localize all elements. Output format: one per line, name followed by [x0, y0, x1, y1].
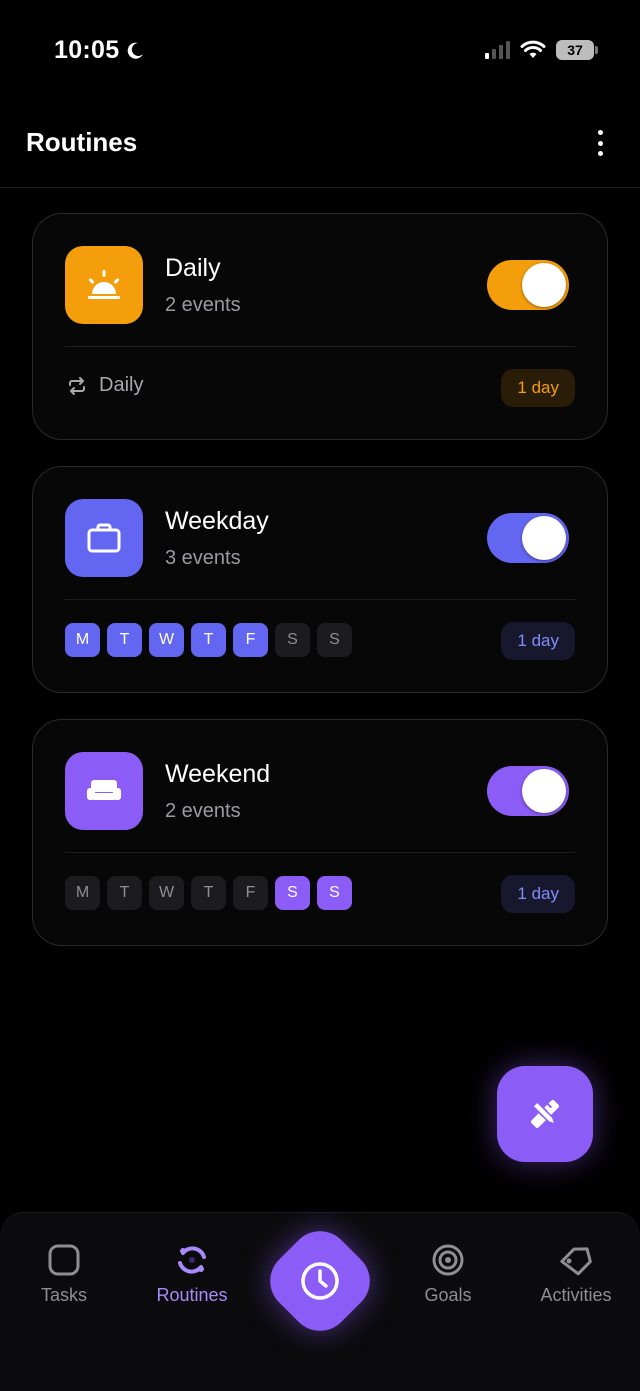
square-icon — [48, 1244, 80, 1276]
repeat-icon — [69, 376, 85, 395]
duration-badge: 1 day — [501, 622, 575, 660]
nav-item-goals[interactable]: Goals — [388, 1243, 508, 1306]
tools-fab-button[interactable] — [497, 1066, 593, 1162]
wifi-icon — [520, 40, 546, 58]
day-chip-sun: S — [317, 623, 352, 657]
sofa-icon — [87, 780, 121, 800]
duration-badge: 1 day — [501, 369, 575, 407]
day-chip-mon: M — [65, 623, 100, 657]
target-icon — [432, 1244, 464, 1276]
card-divider — [65, 852, 575, 853]
day-chip-wed: W — [149, 876, 184, 910]
clock-icon — [301, 1262, 339, 1300]
page-title: Routines — [26, 127, 138, 157]
status-bar: 10:05 37 — [0, 0, 640, 100]
bottom-nav: Tasks Routines Goals Activities — [0, 1212, 640, 1391]
repeat-row: Daily — [67, 374, 143, 397]
day-chip-sat: S — [275, 876, 310, 910]
routine-icon-tile — [65, 246, 143, 324]
day-chip-sat: S — [275, 623, 310, 657]
card-divider — [65, 346, 575, 347]
routine-card-daily[interactable]: Daily 2 events Daily 1 day — [32, 213, 608, 440]
routine-name: Weekday — [165, 507, 269, 535]
nav-label-activities: Activities — [540, 1285, 612, 1305]
card-divider — [65, 599, 575, 600]
refresh-circle-icon — [178, 1246, 206, 1274]
nav-item-routines[interactable]: Routines — [132, 1243, 252, 1306]
nav-label-routines: Routines — [156, 1285, 228, 1305]
moon-icon — [128, 42, 144, 59]
day-chip-thu: T — [191, 623, 226, 657]
days-row: M T W T F S S — [65, 623, 352, 657]
routine-events-count: 2 events — [165, 800, 241, 822]
tools-icon — [530, 1099, 560, 1129]
day-chip-fri: F — [233, 623, 268, 657]
routine-card-weekend[interactable]: Weekend 2 events M T W T F S S 1 day — [32, 719, 608, 946]
status-time-text: 10:05 — [54, 36, 120, 64]
days-row: M T W T F S S — [65, 876, 352, 910]
routine-toggle[interactable] — [487, 260, 569, 310]
routine-card-weekday[interactable]: Weekday 3 events M T W T F S S 1 day — [32, 466, 608, 693]
routine-toggle[interactable] — [487, 513, 569, 563]
day-chip-sun: S — [317, 876, 352, 910]
day-chip-mon: M — [65, 876, 100, 910]
routine-events-count: 3 events — [165, 547, 241, 569]
nav-label-goals: Goals — [424, 1285, 472, 1305]
routine-events-count: 2 events — [165, 294, 241, 316]
day-chip-wed: W — [149, 623, 184, 657]
more-options-icon[interactable] — [590, 130, 610, 156]
repeat-label: Daily — [99, 374, 144, 396]
routine-name: Weekend — [165, 760, 271, 788]
header: Routines — [0, 100, 640, 188]
day-chip-tue: T — [107, 876, 142, 910]
duration-badge: 1 day — [501, 875, 575, 913]
routine-icon-tile — [65, 752, 143, 830]
routine-name: Daily — [165, 254, 221, 282]
status-indicators: 37 — [485, 40, 598, 60]
routine-icon-tile — [65, 499, 143, 577]
day-chip-fri: F — [233, 876, 268, 910]
nav-center-button[interactable] — [257, 1218, 383, 1344]
routine-toggle[interactable] — [487, 766, 569, 816]
signal-icon — [485, 41, 510, 59]
nav-item-tasks[interactable]: Tasks — [4, 1243, 124, 1306]
nav-item-activities[interactable]: Activities — [516, 1243, 636, 1306]
battery-indicator: 37 — [556, 40, 598, 60]
day-chip-tue: T — [107, 623, 142, 657]
sunrise-icon — [88, 270, 120, 299]
status-time: 10:05 — [54, 36, 145, 65]
day-chip-thu: T — [191, 876, 226, 910]
tag-icon — [560, 1247, 592, 1276]
nav-label-tasks: Tasks — [40, 1285, 87, 1305]
briefcase-icon — [87, 523, 121, 553]
